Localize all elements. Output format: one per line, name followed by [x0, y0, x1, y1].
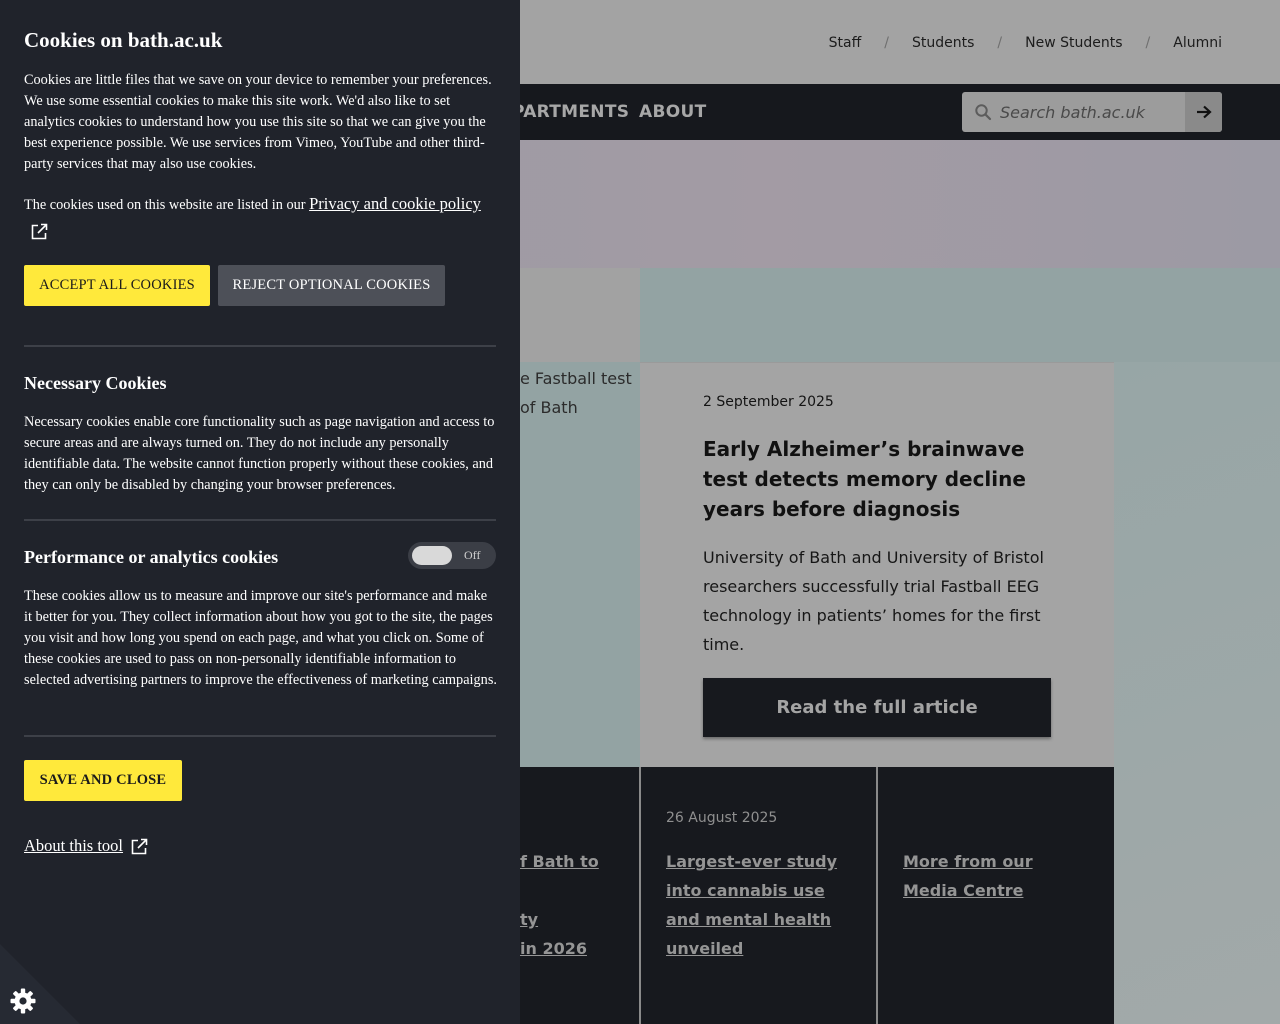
privacy-policy-link[interactable]: Privacy and cookie policy	[309, 194, 481, 213]
nav-item-departments[interactable]: PARTMENTS	[512, 102, 629, 122]
arrow-right-icon	[1196, 105, 1212, 119]
analytics-cookies-text: These cookies allow us to measure and im…	[24, 588, 497, 688]
divider	[24, 735, 496, 737]
toggle-state-label: Off	[464, 548, 481, 562]
divider	[24, 519, 496, 521]
cookie-settings-corner-button[interactable]	[0, 944, 80, 1024]
news-date: 26 August 2025	[666, 810, 778, 826]
featured-news-card: 2 September 2025 Early Alzheimer’s brain…	[640, 363, 1114, 767]
news-title: Early Alzheimer’s brainwave test detects…	[703, 437, 1026, 521]
utility-link-alumni[interactable]: Alumni	[1173, 35, 1222, 51]
external-link-icon	[131, 838, 148, 854]
news-link[interactable]: ty	[520, 905, 538, 934]
utility-separator: /	[1145, 35, 1151, 51]
utility-nav: Staff / Students / New Students / Alumni	[829, 35, 1222, 51]
divider	[24, 345, 496, 347]
save-and-close-button[interactable]: SAVE AND CLOSE	[24, 760, 182, 801]
news-link[interactable]: in 2026	[520, 934, 587, 963]
cookie-consent-panel: Cookies on bath.ac.uk Cookies are little…	[0, 0, 520, 1024]
partial-news-summary: e Fastball test of Bath	[520, 369, 632, 417]
utility-link-students[interactable]: Students	[912, 35, 974, 51]
news-column-right	[1114, 362, 1280, 1024]
content-band	[640, 268, 1280, 362]
gear-icon	[10, 988, 36, 1014]
necessary-cookies-text: Necessary cookies enable core functional…	[24, 414, 495, 493]
analytics-cookies-toggle[interactable]: Off	[408, 542, 496, 569]
about-this-tool-label: About this tool	[24, 836, 124, 855]
reject-optional-cookies-button[interactable]: REJECT OPTIONAL COOKIES	[218, 265, 445, 306]
cookie-policy-text: The cookies used on this website are lis…	[24, 192, 498, 217]
utility-link-new-students[interactable]: New Students	[1025, 35, 1122, 51]
about-this-tool-link[interactable]: About this tool	[24, 836, 148, 856]
news-link[interactable]: Largest-ever study into cannabis use and…	[666, 847, 856, 963]
divider	[876, 767, 878, 1024]
media-centre-link[interactable]: More from our Media Centre	[903, 847, 1083, 905]
utility-separator: /	[997, 35, 1003, 51]
cookie-intro-text: Cookies are little files that we save on…	[24, 72, 492, 172]
search-input[interactable]	[1000, 92, 1186, 132]
search-submit-button[interactable]	[1185, 92, 1222, 132]
utility-link-staff[interactable]: Staff	[829, 35, 862, 51]
analytics-cookies-heading: Performance or analytics cookies	[24, 547, 279, 567]
cookie-panel-title: Cookies on bath.ac.uk	[24, 28, 223, 52]
utility-separator: /	[884, 35, 889, 51]
search-icon	[975, 104, 992, 121]
external-link-icon	[31, 223, 48, 240]
news-summary: University of Bath and University of Bri…	[703, 548, 1044, 654]
accept-all-cookies-button[interactable]: ACCEPT ALL COOKIES	[24, 265, 210, 306]
search-box	[962, 92, 1222, 132]
necessary-cookies-heading: Necessary Cookies	[24, 373, 167, 393]
toggle-knob	[412, 546, 452, 565]
nav-item-about[interactable]: ABOUT	[639, 102, 706, 122]
news-date: 2 September 2025	[703, 394, 834, 410]
read-full-article-button[interactable]: Read the full article	[703, 678, 1051, 737]
cookie-policy-prefix: The cookies used on this website are lis…	[24, 197, 310, 213]
news-link[interactable]: f Bath to	[520, 847, 599, 876]
divider	[639, 767, 641, 1024]
